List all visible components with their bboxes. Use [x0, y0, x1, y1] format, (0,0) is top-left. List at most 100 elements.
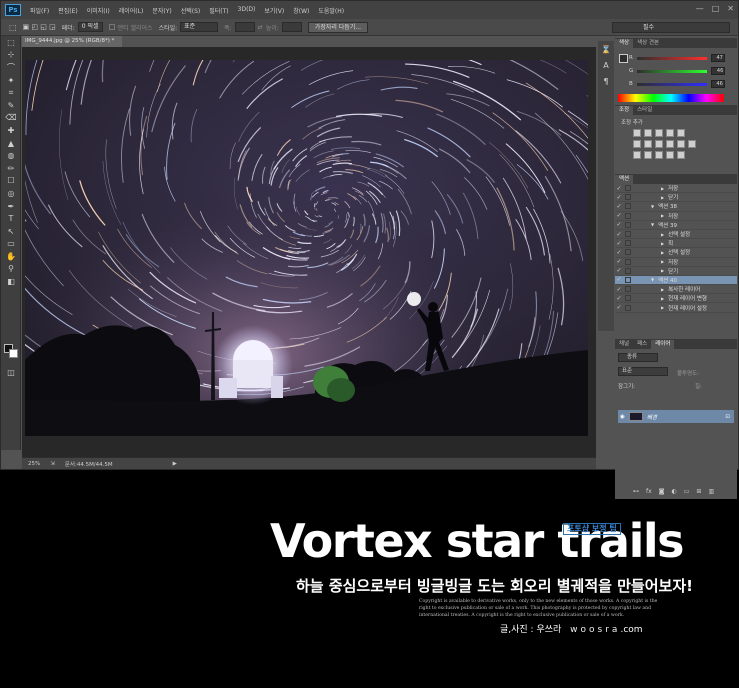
menu-item-6[interactable]: 필터(T): [209, 6, 228, 15]
hand-tool-icon[interactable]: ⚲: [1, 263, 21, 276]
check-icon[interactable]: ✓: [615, 295, 623, 302]
eraser-icon[interactable]: ✏: [1, 162, 21, 175]
layer-kind-filter[interactable]: 종류: [618, 353, 658, 362]
crop-tool-icon[interactable]: ⌗: [1, 86, 21, 99]
action-row[interactable]: ✓ ▶ 복사한 레이어: [615, 285, 737, 295]
action-row[interactable]: ✓ ▶ 선택 설정: [615, 230, 737, 240]
menu-item-10[interactable]: 도움말(H): [318, 6, 344, 15]
document-tab[interactable]: IMG_9444.jpg @ 25% (RGB/8*) *: [22, 36, 122, 47]
fg-color-chip[interactable]: [619, 54, 628, 63]
maximize-icon[interactable]: □: [712, 4, 720, 13]
menu-item-4[interactable]: 문자(Y): [152, 6, 171, 15]
visibility-eye-icon[interactable]: ◉: [620, 414, 625, 420]
tab-adjustments[interactable]: 조정: [615, 106, 634, 115]
menu-item-7[interactable]: 3D(D): [238, 6, 256, 15]
levels-icon[interactable]: [644, 129, 652, 137]
paragraph-icon[interactable]: ¶: [598, 73, 614, 89]
menu-item-2[interactable]: 이미지(I): [87, 6, 110, 15]
tab-actions[interactable]: 액션: [615, 175, 634, 184]
dialog-toggle-box[interactable]: [625, 185, 631, 192]
menu-item-3[interactable]: 레이어(L): [119, 6, 144, 15]
hue-icon[interactable]: [633, 140, 641, 148]
pen-tool-icon[interactable]: T: [1, 212, 21, 225]
dialog-toggle-box[interactable]: [625, 295, 631, 302]
threshold-icon[interactable]: [655, 151, 663, 159]
type-tool-icon[interactable]: ↖: [1, 225, 21, 238]
check-icon[interactable]: ✓: [615, 203, 623, 210]
dialog-toggle-box[interactable]: [625, 203, 631, 210]
quick-select-icon[interactable]: ✦: [1, 74, 21, 87]
exposure-icon[interactable]: [666, 129, 674, 137]
menu-item-0[interactable]: 파일(F): [30, 6, 49, 15]
green-slider[interactable]: [637, 69, 708, 73]
green-value[interactable]: 46: [711, 67, 726, 75]
dialog-toggle-box[interactable]: [625, 304, 631, 311]
close-icon[interactable]: ✕: [727, 4, 734, 13]
blend-mode-select[interactable]: 표준: [618, 367, 668, 376]
expand-arrow-icon[interactable]: ▶: [661, 268, 664, 273]
posterize-icon[interactable]: [644, 151, 652, 159]
zoom-tool-icon[interactable]: ◧: [1, 275, 21, 288]
invert-icon[interactable]: [633, 151, 641, 159]
menu-item-5[interactable]: 선택(S): [181, 6, 201, 15]
lookup-icon[interactable]: [688, 140, 696, 148]
shape-tool-icon[interactable]: ✋: [1, 250, 21, 263]
status-menu-arrow-icon[interactable]: ▶: [173, 461, 177, 467]
dialog-toggle-box[interactable]: [625, 194, 631, 201]
mask-icon[interactable]: ◙: [659, 488, 665, 495]
tab-channels[interactable]: 채널: [615, 340, 633, 349]
quick-mask-icon[interactable]: ◫: [1, 366, 21, 379]
marquee-tool-icon[interactable]: ⊹: [1, 49, 21, 62]
style-select[interactable]: 표준: [180, 22, 219, 32]
layer-row-background[interactable]: ◉ 배경 ⊡: [618, 410, 734, 423]
tab-swatches[interactable]: 색상 견본: [633, 39, 663, 48]
dialog-toggle-box[interactable]: [625, 276, 631, 283]
workspace-select[interactable]: 필수: [612, 22, 730, 33]
check-icon[interactable]: ✓: [615, 258, 623, 265]
history-brush-icon[interactable]: ◍: [1, 149, 21, 162]
dialog-toggle-box[interactable]: [625, 286, 631, 293]
path-select-icon[interactable]: ▭: [1, 238, 21, 251]
background-color-swatch[interactable]: [9, 349, 18, 358]
menu-item-1[interactable]: 편집(E): [58, 6, 78, 15]
check-icon[interactable]: ✓: [615, 221, 623, 228]
check-icon[interactable]: ✓: [615, 185, 623, 192]
curves-icon[interactable]: [655, 129, 663, 137]
selective-color-icon[interactable]: [677, 151, 685, 159]
lasso-tool-icon[interactable]: ⌒: [1, 61, 21, 74]
move-tool-icon[interactable]: ⬚: [1, 36, 21, 49]
link-icon[interactable]: ⊷: [633, 488, 639, 495]
expand-arrow-icon[interactable]: ▶: [661, 241, 664, 246]
action-row[interactable]: ✓ ▶ 저장: [615, 258, 737, 267]
check-icon[interactable]: ✓: [615, 286, 623, 293]
check-icon[interactable]: ✓: [615, 267, 623, 274]
red-slider[interactable]: [636, 56, 707, 60]
expand-arrow-icon[interactable]: ▶: [661, 305, 664, 310]
brightness-icon[interactable]: [633, 129, 641, 137]
dodge-tool-icon[interactable]: ✒: [1, 200, 21, 213]
action-row[interactable]: ✓ ▶ 선택 설정: [615, 248, 737, 258]
check-icon[interactable]: ✓: [615, 194, 623, 201]
action-row[interactable]: ✓ ▶ 저장: [615, 184, 737, 194]
expand-arrow-icon[interactable]: ▶: [661, 195, 664, 200]
mixer-icon[interactable]: [677, 140, 685, 148]
photo-filter-icon[interactable]: [666, 140, 674, 148]
brush-tool-icon[interactable]: ✚: [1, 124, 21, 137]
action-row[interactable]: ✓ ▼ 액션 39: [615, 221, 737, 230]
height-input[interactable]: [281, 22, 302, 32]
tab-styles[interactable]: 스타일: [633, 106, 656, 115]
dialog-toggle-box[interactable]: [625, 249, 631, 256]
adjust-layer-icon[interactable]: ◐: [672, 488, 677, 495]
blue-value[interactable]: 46: [710, 80, 725, 88]
red-value[interactable]: 47: [710, 54, 725, 62]
canvas-area[interactable]: [22, 47, 596, 457]
action-row[interactable]: ✓ ▶ 현재 레이어 설정: [615, 303, 737, 313]
tab-color[interactable]: 색상: [615, 39, 634, 48]
dialog-toggle-box[interactable]: [625, 231, 631, 238]
dialog-toggle-box[interactable]: [625, 221, 631, 228]
gradient-map-icon[interactable]: [666, 151, 674, 159]
swap-icon[interactable]: ⇄: [258, 24, 263, 31]
refine-edge-button[interactable]: 가장자리 다듬기...: [307, 21, 369, 33]
expand-arrow-icon[interactable]: ▶: [661, 232, 664, 237]
antialias-checkbox[interactable]: 앤티 앨리어스: [108, 23, 153, 32]
